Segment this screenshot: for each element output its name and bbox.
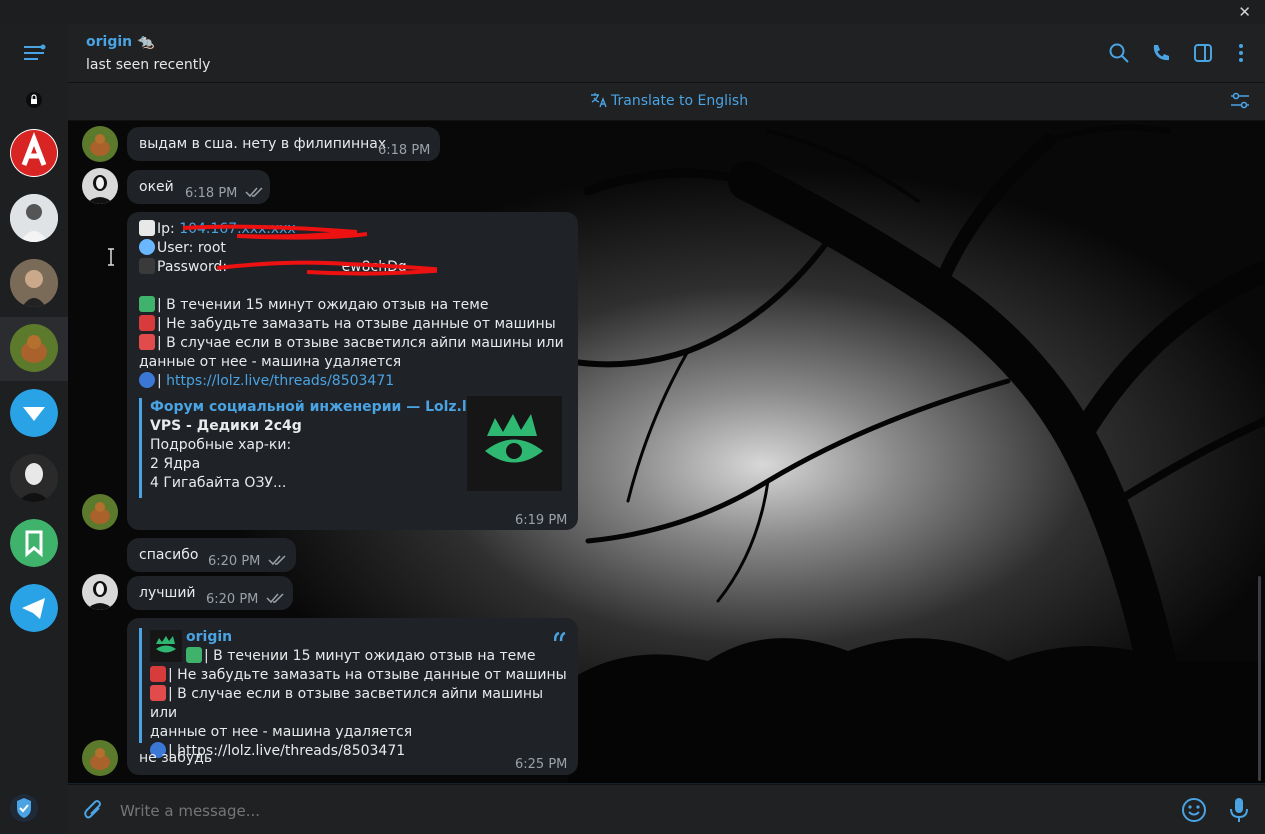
lolz-logo-thumbnail (467, 396, 562, 491)
rules-line-3a: | В случае если в отзыве засветился айпи… (157, 335, 564, 351)
chat-status: last seen recently (86, 57, 211, 73)
check-mark-icon (139, 296, 155, 312)
bubble-icon (139, 239, 155, 255)
verified-shield-icon[interactable] (10, 794, 38, 822)
message-text: лучший (139, 585, 196, 601)
sidebar-toggle-icon[interactable] (1192, 42, 1214, 64)
sender-avatar[interactable] (82, 126, 118, 162)
translate-icon (591, 93, 607, 108)
rules-line-3b: данные от нее - машина удаляется (139, 354, 402, 370)
lipstick-icon (139, 315, 155, 331)
cross-mark-icon (139, 334, 155, 350)
globe-icon (139, 372, 155, 388)
quote-line-1: | В течении 15 минут ожидаю отзыв на тем… (204, 648, 536, 664)
my-avatar[interactable] (82, 574, 118, 610)
message-time: 6:18 PM (185, 186, 238, 201)
chat-avatar-vk[interactable] (10, 389, 58, 437)
message-time: 6:19 PM (515, 513, 568, 528)
translate-button[interactable]: Translate to English (590, 92, 748, 109)
message-text: окей (139, 179, 174, 195)
rules-line-1: | В течении 15 минут ожидаю отзыв на тем… (157, 297, 489, 313)
message-bubble-incoming[interactable]: origin | В течении 15 минут ожидаю отзыв… (127, 618, 578, 775)
read-checkmarks-icon (245, 187, 263, 198)
chat-avatar-hoodie[interactable] (10, 194, 58, 242)
emoji-icon[interactable] (1181, 797, 1207, 823)
text-cursor-icon (108, 248, 114, 266)
message-input[interactable] (118, 799, 1162, 823)
thread-link[interactable]: https://lolz.live/threads/8503471 (166, 373, 394, 389)
link-separator: | (157, 373, 167, 389)
menu-icon[interactable] (24, 44, 46, 62)
chat-history[interactable]: выдам в сша. нету в филипиннах 6:18 PM о… (68, 121, 1265, 783)
translate-bar: Translate to English (68, 83, 1265, 121)
quote-author-avatar (150, 630, 182, 662)
quote-icon (554, 632, 566, 642)
quote-line-2: | Не забудьте замазать на отзыве данные … (168, 667, 567, 683)
chat-avatar-mask[interactable] (10, 454, 58, 502)
cube-icon (139, 220, 155, 236)
message-composer (68, 784, 1265, 834)
chat-avatar-red-a[interactable] (10, 129, 58, 177)
message-time: 6:25 PM (515, 757, 568, 772)
message-time: 6:20 PM (208, 554, 261, 569)
folder-sidebar (0, 24, 68, 833)
message-bubble-incoming[interactable]: выдам в сша. нету в филипиннах 6:18 PM (127, 127, 440, 161)
check-mark-icon (186, 647, 202, 663)
message-bubble-outgoing[interactable]: лучший 6:20 PM (127, 576, 293, 610)
saved-messages-icon[interactable] (10, 519, 58, 567)
quote-line-3b: данные от нее - машина удаляется (150, 724, 413, 740)
read-checkmarks-icon (268, 555, 286, 566)
message-time: 6:20 PM (206, 592, 259, 607)
read-checkmarks-icon (266, 593, 284, 604)
translate-settings-icon[interactable] (1230, 92, 1250, 110)
rules-line-2: | Не забудьте замазать на отзыве данные … (157, 316, 556, 332)
window-close-button[interactable]: ✕ (1238, 3, 1251, 21)
message-bubble-incoming[interactable]: Ip: 104.167.xxx.xxx User: root Password:… (127, 212, 578, 530)
microphone-icon[interactable] (1228, 796, 1250, 824)
message-text: выдам в сша. нету в филипиннах (139, 136, 387, 152)
lock-icon[interactable] (26, 92, 42, 108)
ip-prefix: Ip: (157, 221, 180, 237)
phone-icon[interactable] (1150, 42, 1172, 64)
more-vertical-icon[interactable] (1230, 42, 1252, 64)
key-icon (139, 258, 155, 274)
sender-avatar[interactable] (82, 740, 118, 776)
message-bubble-outgoing[interactable]: окей 6:18 PM (127, 170, 270, 204)
lipstick-icon (150, 666, 166, 682)
message-time: 6:18 PM (378, 143, 431, 158)
message-bubble-outgoing[interactable]: спасибо 6:20 PM (127, 538, 296, 572)
sender-avatar[interactable] (82, 494, 118, 530)
chat-header[interactable]: origin 🐀 last seen recently (68, 24, 1265, 83)
window-titlebar: ✕ (0, 0, 1265, 24)
my-avatar[interactable] (82, 168, 118, 204)
chat-avatar-origin[interactable] (10, 324, 58, 372)
redaction-scribble (182, 224, 437, 276)
chat-scrollbar[interactable] (1258, 576, 1261, 781)
cross-mark-icon (150, 685, 166, 701)
message-text: спасибо (139, 547, 199, 563)
chat-title[interactable]: origin 🐀 (86, 34, 154, 50)
quote-author: origin (186, 629, 233, 645)
reply-quote[interactable]: origin | В течении 15 минут ожидаю отзыв… (139, 628, 570, 759)
link-preview[interactable]: Форум социальной инженерии — Lolz.liv...… (139, 396, 570, 498)
translate-label: Translate to English (611, 93, 749, 109)
quote-line-3a: | В случае если в отзыве засветился айпи… (150, 686, 544, 721)
telegram-icon[interactable] (10, 584, 58, 632)
message-text: не забудь (139, 750, 213, 766)
attach-icon[interactable] (82, 798, 104, 822)
chat-avatar-photo[interactable] (10, 259, 58, 307)
search-icon[interactable] (1108, 42, 1130, 64)
